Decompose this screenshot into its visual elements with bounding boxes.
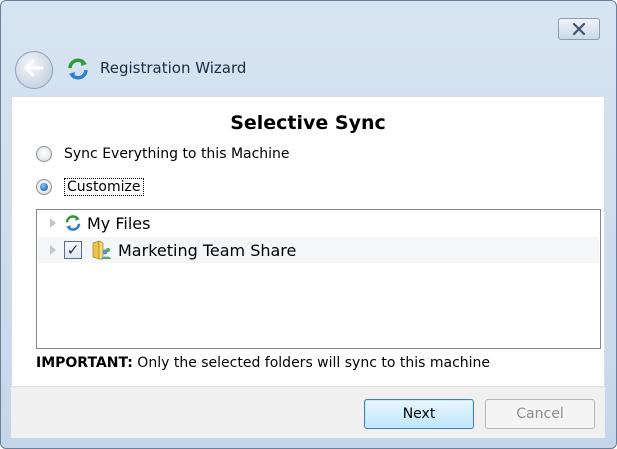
important-label: IMPORTANT:: [36, 355, 133, 371]
option-sync-everything-label: Sync Everything to this Machine: [64, 146, 290, 162]
folder-checkbox[interactable]: ✓: [64, 241, 82, 259]
checkmark-icon: ✓: [66, 240, 80, 259]
close-button[interactable]: [558, 18, 600, 40]
expand-arrow-icon[interactable]: [50, 245, 56, 255]
window-title: Registration Wizard: [100, 59, 247, 77]
important-note: IMPORTANT: Only the selected folders wil…: [36, 355, 490, 371]
footer-bar: Next Cancel: [11, 386, 605, 438]
folder-tree[interactable]: My Files ✓ Marketing Team Share: [36, 209, 601, 349]
sync-icon: [66, 57, 90, 81]
tree-item-label: Marketing Team Share: [118, 240, 297, 260]
tree-item-marketing-team-share[interactable]: ✓ Marketing Team Share: [38, 237, 599, 263]
wizard-window: Registration Wizard Selective Sync Sync …: [0, 0, 617, 449]
expand-arrow-icon[interactable]: [50, 218, 56, 228]
page-title: Selective Sync: [230, 112, 386, 134]
shared-folder-icon: [90, 239, 112, 261]
option-customize[interactable]: Customize: [36, 178, 144, 196]
tree-item-label: My Files: [87, 213, 151, 233]
option-sync-everything[interactable]: Sync Everything to this Machine: [36, 146, 290, 162]
option-customize-label: Customize: [64, 178, 144, 196]
radio-customize[interactable]: [36, 179, 52, 195]
next-button[interactable]: Next: [364, 399, 474, 429]
sync-icon: [64, 214, 82, 232]
important-text: Only the selected folders will sync to t…: [132, 355, 491, 371]
radio-sync-everything[interactable]: [36, 146, 52, 162]
back-arrow-icon: [24, 59, 44, 81]
content-panel: Selective Sync Sync Everything to this M…: [11, 96, 605, 386]
tree-item-my-files[interactable]: My Files: [38, 210, 599, 236]
cancel-button[interactable]: Cancel: [485, 399, 595, 429]
back-button[interactable]: [15, 51, 53, 89]
close-icon: [572, 20, 586, 39]
